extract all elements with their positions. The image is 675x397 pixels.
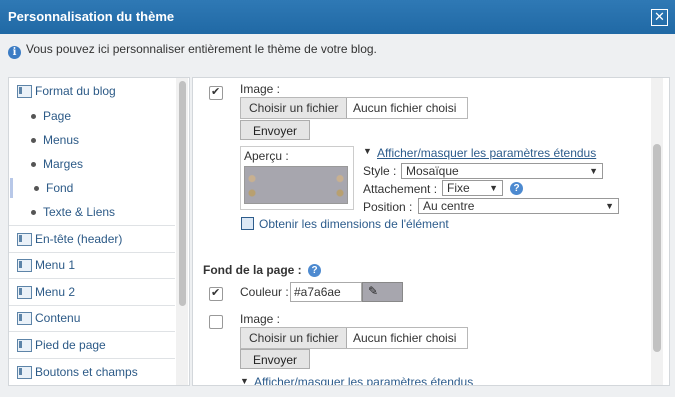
- file-picker-2[interactable]: Choisir un fichier Aucun fichier choisi: [240, 327, 468, 349]
- position-select[interactable]: Au centre ▼: [418, 198, 619, 214]
- position-label: Position :: [363, 200, 413, 214]
- sidebar-sub-label: Menus: [43, 133, 80, 147]
- layout-icon: [17, 85, 32, 98]
- help-icon[interactable]: ?: [510, 182, 523, 195]
- style-select-value: Mosaïque: [406, 164, 459, 178]
- sidebar-item-menu-2[interactable]: Menu 2: [9, 279, 175, 306]
- bullet-icon: [31, 114, 36, 119]
- attachment-select-value: Fixe: [447, 181, 470, 195]
- layout-icon: [17, 259, 32, 272]
- sidebar-item-label: Pied de page: [35, 338, 106, 352]
- sidebar-item-format[interactable]: Format du blog: [9, 78, 175, 104]
- title-bar: Personnalisation du thème ✕: [0, 0, 675, 34]
- no-file-text: Aucun fichier choisi: [353, 101, 457, 115]
- color-swatch[interactable]: ✎: [362, 282, 403, 302]
- choose-file-button-2[interactable]: Choisir un fichier: [241, 328, 348, 348]
- preview-label: Aperçu :: [244, 149, 289, 163]
- bullet-icon: [31, 162, 36, 167]
- bullet-icon: [31, 210, 36, 215]
- style-label: Style :: [363, 164, 397, 178]
- content-scrollbar[interactable]: [651, 78, 663, 385]
- image-preview: Aperçu :: [240, 146, 354, 210]
- choose-file-button[interactable]: Choisir un fichier: [241, 98, 348, 118]
- sidebar-sub-label: Texte & Liens: [43, 205, 116, 219]
- style-select[interactable]: Mosaïque ▼: [401, 163, 603, 179]
- sidebar-sub-label: Marges: [43, 157, 84, 171]
- bullet-icon: [31, 138, 36, 143]
- help-icon[interactable]: ?: [308, 264, 321, 277]
- sidebar-item-label: Contenu: [35, 311, 81, 325]
- chevron-down-icon: ▼: [589, 166, 598, 176]
- dimensions-icon: [241, 217, 254, 230]
- color-label: Couleur :: [240, 285, 289, 299]
- sidebar-sub-label: Page: [43, 109, 72, 123]
- bullet-icon: [34, 186, 39, 191]
- color-input[interactable]: #a7a6ae: [290, 282, 362, 302]
- layout-icon: [17, 286, 32, 299]
- position-select-value: Au centre: [423, 199, 475, 213]
- sidebar-item-label: Boutons et champs: [35, 365, 138, 379]
- toggle-arrow-icon: ▼: [363, 146, 372, 156]
- toggle-arrow-icon: ▼: [240, 376, 249, 386]
- send-button-2[interactable]: Envoyer: [240, 349, 310, 369]
- sidebar-item-label: Menu 1: [35, 258, 76, 272]
- settings-panel: Image : Choisir un fichier Aucun fichier…: [192, 77, 670, 386]
- active-indicator: [10, 178, 13, 198]
- toggle-extended-params-link-2[interactable]: Afficher/masquer les paramètres étendus: [254, 375, 473, 385]
- attachment-label: Attachement :: [363, 182, 438, 196]
- image-label-2: Image :: [240, 312, 281, 326]
- sidebar-sub-marges[interactable]: Marges: [9, 152, 175, 176]
- layout-icon: [17, 312, 32, 325]
- sidebar-sub-menus[interactable]: Menus: [9, 128, 175, 152]
- chevron-down-icon: ▼: [489, 183, 498, 193]
- image-checkbox[interactable]: [209, 85, 223, 100]
- close-icon[interactable]: ✕: [651, 9, 668, 26]
- chevron-down-icon: ▼: [605, 201, 614, 211]
- info-message: i Vous pouvez ici personnaliser entièreme…: [8, 42, 377, 60]
- info-icon: i: [8, 46, 21, 59]
- page-background-heading: Fond de la page :: [203, 263, 302, 277]
- sidebar-item-label: En-tête (header): [35, 232, 123, 246]
- sidebar-item-header[interactable]: En-tête (header): [9, 225, 175, 253]
- sidebar-item-menu-1[interactable]: Menu 1: [9, 252, 175, 279]
- send-button[interactable]: Envoyer: [240, 120, 310, 140]
- sidebar-item-contenu[interactable]: Contenu: [9, 305, 175, 332]
- color-checkbox[interactable]: [209, 286, 223, 301]
- toggle-extended-params-link[interactable]: Afficher/masquer les paramètres étendus: [377, 146, 596, 160]
- scrollbar-thumb[interactable]: [653, 144, 661, 352]
- sidebar-item-pied-de-page[interactable]: Pied de page: [9, 332, 175, 359]
- sidebar-sub-label: Fond: [46, 181, 74, 195]
- dialog-title: Personnalisation du thème: [8, 9, 175, 24]
- eyedropper-icon[interactable]: ✎: [368, 284, 378, 298]
- sidebar-item-label: Menu 2: [35, 285, 76, 299]
- sidebar-sub-texte-liens[interactable]: Texte & Liens: [9, 200, 175, 224]
- sidebar-sub-fond[interactable]: Fond: [9, 176, 175, 200]
- sidebar: Format du blog Page Menus Marges Fond Te…: [8, 77, 190, 386]
- sidebar-item-boutons-champs[interactable]: Boutons et champs: [9, 359, 175, 385]
- no-file-text-2: Aucun fichier choisi: [353, 331, 457, 345]
- scrollbar-thumb[interactable]: [179, 81, 186, 306]
- layout-icon: [17, 339, 32, 352]
- image-checkbox-2[interactable]: [209, 315, 223, 329]
- image-label: Image :: [240, 82, 281, 96]
- info-text: Vous pouvez ici personnaliser entièremen…: [26, 42, 377, 56]
- layout-icon: [17, 366, 32, 379]
- sidebar-scrollbar[interactable]: [176, 78, 188, 385]
- file-picker[interactable]: Choisir un fichier Aucun fichier choisi: [240, 97, 468, 119]
- get-dimensions-link[interactable]: Obtenir les dimensions de l'élément: [259, 217, 449, 231]
- sidebar-item-label: Format du blog: [35, 84, 116, 98]
- layout-icon: [17, 233, 32, 246]
- sidebar-sub-page[interactable]: Page: [9, 104, 175, 128]
- attachment-select[interactable]: Fixe ▼: [442, 180, 503, 196]
- preview-image: [244, 166, 348, 204]
